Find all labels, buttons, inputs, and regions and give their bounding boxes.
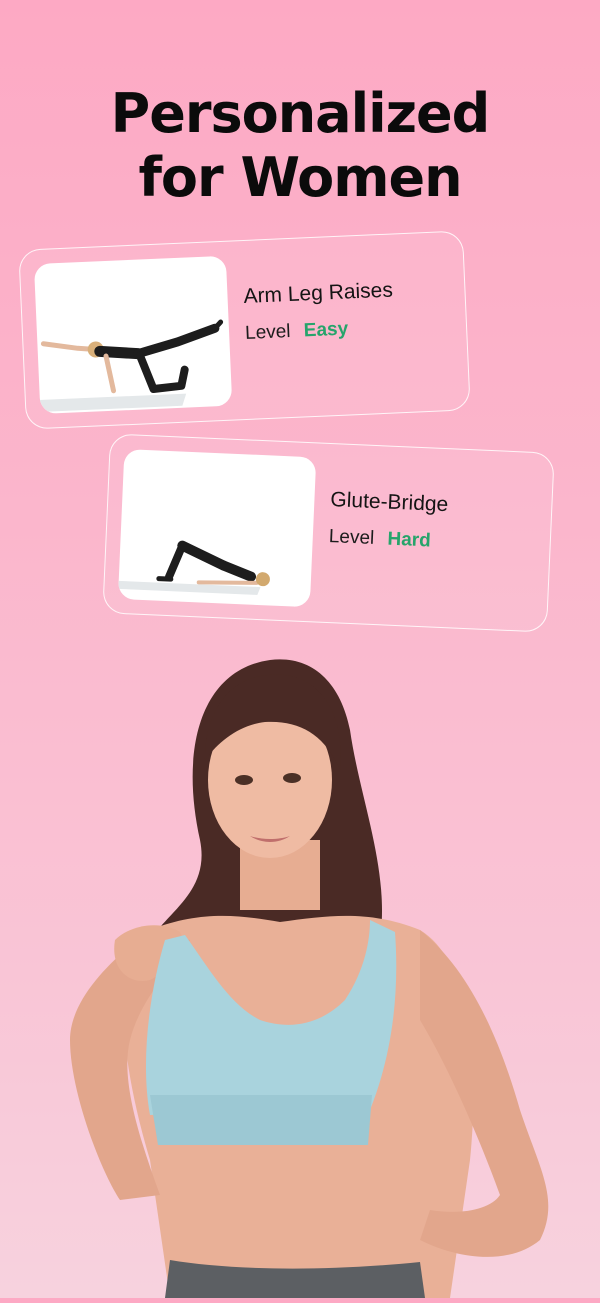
exercise-name: Glute-Bridge [329,488,449,517]
level-label: Level [244,321,291,344]
level-row: Level Easy [245,316,395,344]
exercise-name: Arm Leg Raises [243,278,394,308]
level-value: Hard [387,528,432,552]
level-value: Easy [303,318,349,342]
exercise-card-glute-bridge: Glute-Bridge Level Hard [102,433,555,633]
page-title-line-1: Personalized [110,82,491,145]
level-row: Level Hard [328,526,447,553]
page-title-line-2: for Women [138,146,462,209]
level-label: Level [328,526,375,549]
page-title: Personalized for Women [0,82,600,210]
exercise-thumbnail [117,449,317,608]
exercise-card-arm-leg-raises: Arm Leg Raises Level Easy [18,230,471,430]
exercise-thumbnail [33,255,233,414]
woman-photo [0,640,600,1298]
